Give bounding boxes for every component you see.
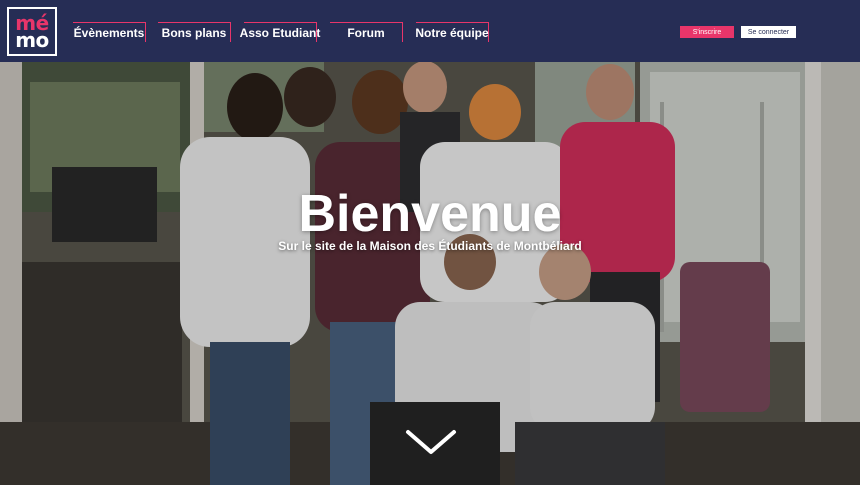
- logo-line-2: mo: [15, 27, 49, 52]
- hero-title: Bienvenue: [298, 185, 562, 243]
- hero-subtitle: Sur le site de la Maison des Étudiants d…: [278, 239, 582, 253]
- hero-section: Bienvenue Sur le site de la Maison des É…: [0, 62, 860, 485]
- nav-item-evenements[interactable]: Évènements: [73, 22, 146, 42]
- hero-photo: [0, 62, 860, 485]
- chevron-down-icon[interactable]: [405, 428, 457, 458]
- nav-item-asso-etudiant[interactable]: Asso Etudiant: [240, 22, 320, 42]
- signup-button[interactable]: S'inscrire: [680, 26, 734, 38]
- top-navbar: mé mo Évènements Bons plans Asso Etudian…: [0, 0, 860, 62]
- login-button[interactable]: Se connecter: [741, 26, 796, 38]
- site-logo[interactable]: mé mo: [7, 7, 57, 56]
- nav-item-forum[interactable]: Forum: [330, 22, 403, 42]
- nav-item-bons-plans[interactable]: Bons plans: [158, 22, 231, 42]
- nav-item-notre-equipe[interactable]: Notre équipe: [415, 22, 489, 42]
